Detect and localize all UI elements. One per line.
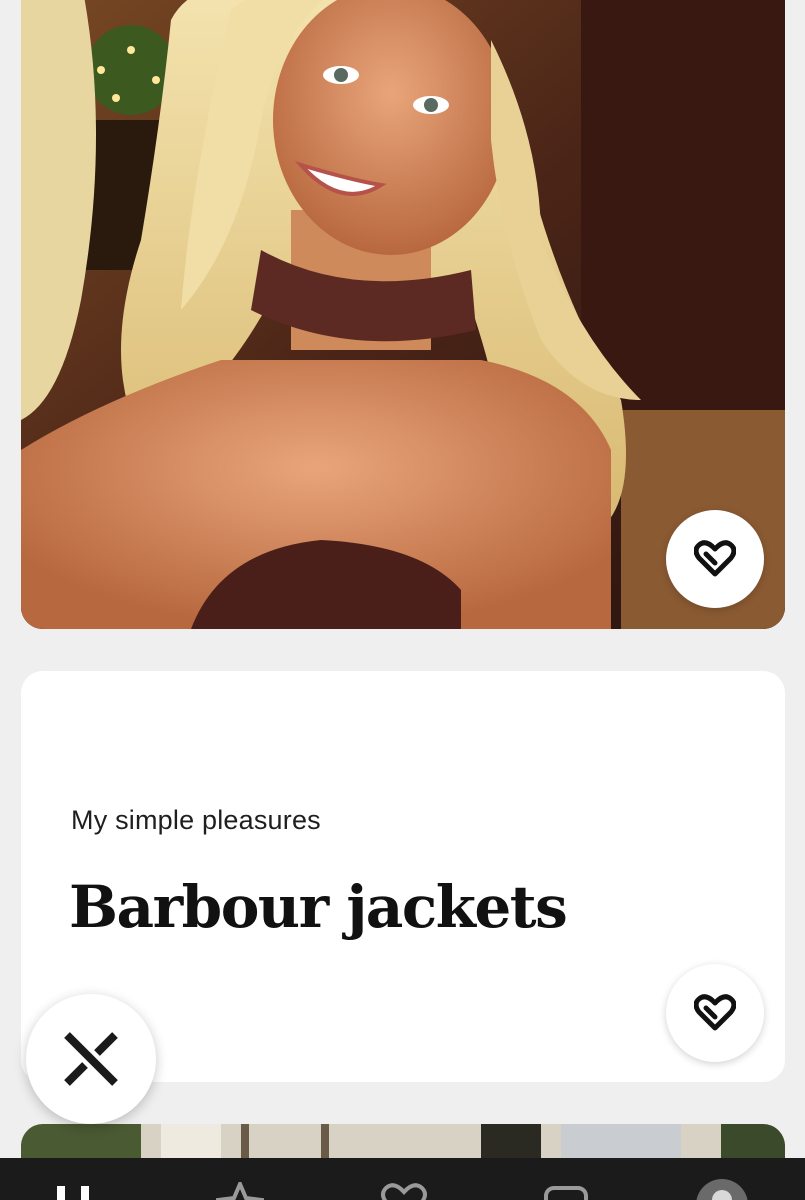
heart-icon bbox=[694, 540, 736, 577]
nav-standouts[interactable] bbox=[213, 1178, 267, 1200]
chat-icon bbox=[544, 1186, 588, 1200]
profile-photo-card bbox=[21, 0, 785, 629]
skip-button[interactable] bbox=[26, 994, 156, 1124]
close-x-icon bbox=[64, 1032, 118, 1086]
home-icon bbox=[57, 1186, 89, 1200]
prompt-answer: Barbour jackets bbox=[69, 873, 568, 941]
nav-likes[interactable] bbox=[380, 1182, 428, 1200]
heart-icon bbox=[694, 994, 736, 1031]
profile-screen: My simple pleasures Barbour jackets bbox=[0, 0, 805, 1200]
bottom-navigation bbox=[0, 1158, 805, 1200]
like-photo-button[interactable] bbox=[666, 510, 764, 608]
avatar bbox=[696, 1179, 748, 1200]
heart-icon bbox=[381, 1183, 427, 1200]
profile-photo bbox=[21, 0, 785, 629]
nav-home[interactable] bbox=[53, 1182, 101, 1200]
nav-matches[interactable] bbox=[542, 1182, 590, 1200]
nav-profile[interactable] bbox=[695, 1178, 748, 1200]
star-icon bbox=[213, 1178, 267, 1200]
like-prompt-button[interactable] bbox=[666, 964, 764, 1062]
prompt-question: My simple pleasures bbox=[71, 805, 321, 835]
